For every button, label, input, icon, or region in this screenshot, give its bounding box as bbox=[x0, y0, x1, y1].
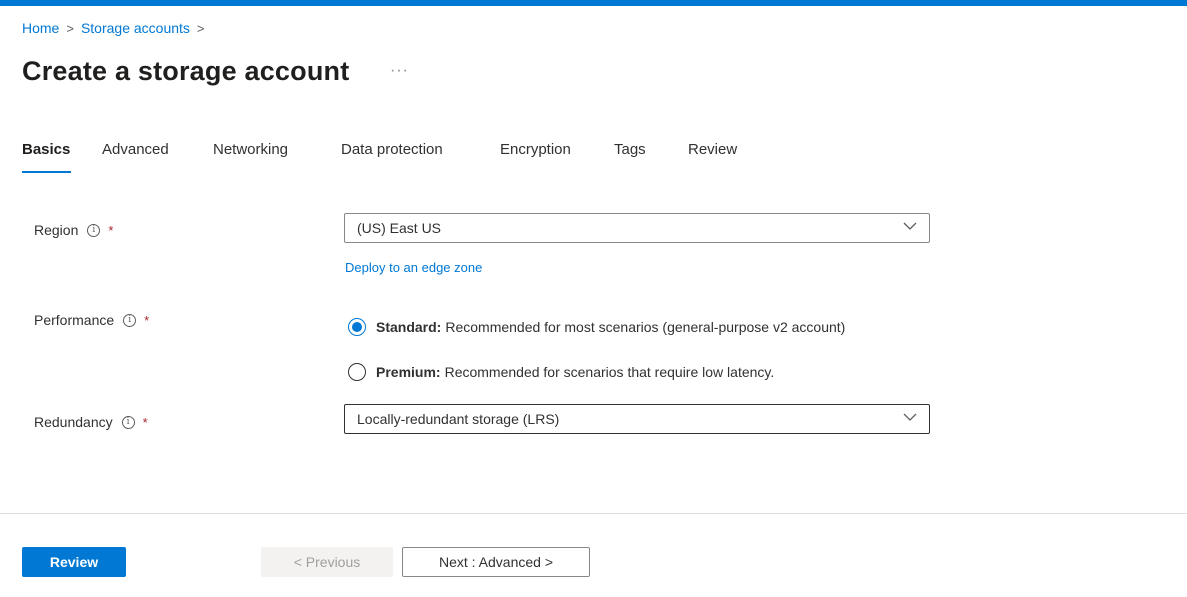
page-title: Create a storage account bbox=[22, 56, 350, 86]
region-dropdown[interactable]: (US) East US bbox=[344, 213, 930, 243]
chevron-down-icon bbox=[903, 222, 917, 230]
performance-label: Performance bbox=[34, 312, 115, 328]
tab-review[interactable]: Review bbox=[688, 141, 737, 158]
tab-encryption[interactable]: Encryption bbox=[500, 141, 571, 158]
tab-networking[interactable]: Networking bbox=[213, 141, 288, 158]
required-asterisk: * bbox=[144, 312, 150, 328]
active-tab-indicator bbox=[22, 171, 71, 173]
performance-label-row: Performance i * bbox=[34, 312, 149, 328]
premium-option-description: Recommended for scenarios that require l… bbox=[444, 364, 775, 380]
required-asterisk: * bbox=[142, 414, 148, 430]
deploy-edge-zone-link[interactable]: Deploy to an edge zone bbox=[345, 260, 482, 275]
standard-option-description: Recommended for most scenarios (general-… bbox=[445, 319, 846, 335]
standard-option-title: Standard: bbox=[376, 319, 442, 335]
radio-button[interactable] bbox=[348, 363, 366, 381]
next-advanced-button[interactable]: Next : Advanced > bbox=[402, 547, 590, 577]
breadcrumb-separator-icon: > bbox=[196, 20, 205, 36]
region-dropdown-value: (US) East US bbox=[357, 220, 442, 236]
breadcrumb-home-link[interactable]: Home bbox=[22, 20, 59, 36]
performance-standard-option[interactable]: Standard: Recommended for most scenarios… bbox=[348, 318, 845, 336]
redundancy-dropdown[interactable]: Locally-redundant storage (LRS) bbox=[344, 404, 930, 434]
info-icon[interactable]: i bbox=[121, 415, 135, 429]
region-label: Region bbox=[34, 222, 79, 238]
previous-button[interactable]: < Previous bbox=[261, 547, 393, 577]
radio-button-selected[interactable] bbox=[348, 318, 366, 336]
performance-premium-option[interactable]: Premium: Recommended for scenarios that … bbox=[348, 363, 774, 381]
required-asterisk: * bbox=[108, 222, 114, 238]
premium-option-title: Premium: bbox=[376, 364, 441, 380]
tab-basics[interactable]: Basics bbox=[22, 141, 70, 158]
top-accent-bar bbox=[0, 0, 1187, 6]
breadcrumb-separator-icon: > bbox=[66, 20, 74, 36]
region-label-row: Region i * bbox=[34, 222, 113, 238]
chevron-down-icon bbox=[903, 413, 917, 421]
more-options-icon[interactable]: ··· bbox=[390, 62, 409, 80]
info-icon[interactable]: i bbox=[123, 313, 137, 327]
redundancy-label: Redundancy bbox=[34, 414, 113, 430]
redundancy-dropdown-value: Locally-redundant storage (LRS) bbox=[357, 411, 560, 427]
redundancy-label-row: Redundancy i * bbox=[34, 414, 148, 430]
breadcrumb: Home > Storage accounts > bbox=[22, 20, 212, 36]
footer-divider bbox=[0, 513, 1187, 514]
info-icon[interactable]: i bbox=[87, 223, 101, 237]
review-button[interactable]: Review bbox=[22, 547, 126, 577]
breadcrumb-storage-accounts-link[interactable]: Storage accounts bbox=[81, 20, 190, 36]
tab-advanced[interactable]: Advanced bbox=[102, 141, 169, 158]
tab-tags[interactable]: Tags bbox=[614, 141, 646, 158]
tab-data-protection[interactable]: Data protection bbox=[341, 141, 443, 158]
